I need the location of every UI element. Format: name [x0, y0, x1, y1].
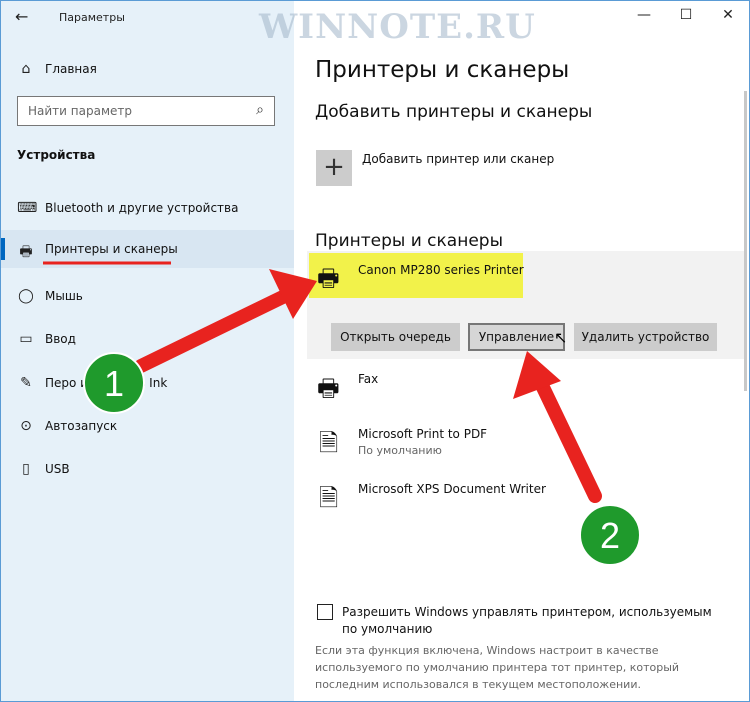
- sidebar-item-input[interactable]: ▭ Ввод: [1, 320, 294, 358]
- mouse-icon: ◯: [18, 288, 34, 304]
- printer-icon: 🖶: [317, 264, 340, 292]
- default-printer-checkbox[interactable]: [317, 604, 333, 620]
- printer-icon: 🖶: [19, 244, 33, 260]
- main-content: — ☐ ✕ Принтеры и сканеры Добавить принте…: [294, 1, 749, 701]
- search-placeholder: Найти параметр: [28, 104, 132, 118]
- scrollbar[interactable]: [744, 91, 747, 391]
- sidebar-item-usb[interactable]: ▯ USB: [1, 450, 294, 488]
- remove-device-button[interactable]: Удалить устройство: [574, 323, 717, 351]
- active-indicator: [1, 238, 5, 260]
- keyboard-icon: ▭: [19, 331, 33, 347]
- fax-icon: 🖶: [317, 374, 340, 402]
- home-icon: ⌂: [21, 61, 31, 77]
- watermark: WINNOTE.RU: [259, 7, 536, 47]
- minimize-icon[interactable]: —: [634, 7, 654, 23]
- sidebar-item-label: Мышь: [45, 289, 83, 303]
- search-icon: ⌕: [256, 102, 264, 118]
- settings-window: ← Параметры ⌂ Главная Найти параметр ⌕ У…: [0, 0, 750, 702]
- document-printer-icon: 🗎: [319, 429, 339, 457]
- default-badge: По умолчанию: [358, 444, 442, 457]
- titlebar: ← Параметры: [1, 1, 294, 35]
- sidebar-item-label: USB: [45, 462, 70, 476]
- pen-icon: ✎: [20, 375, 32, 391]
- printer-name[interactable]: Microsoft XPS Document Writer: [358, 482, 546, 496]
- page-title: Принтеры и сканеры: [315, 57, 570, 83]
- sidebar-item-printers[interactable]: 🖶 Принтеры и сканеры: [1, 230, 294, 268]
- sidebar-item-label: Автозапуск: [45, 419, 118, 433]
- sidebar-item-label: Главная: [45, 62, 97, 76]
- document-printer-icon: 🗎: [319, 484, 339, 512]
- sidebar-item-home[interactable]: ⌂ Главная: [1, 50, 294, 88]
- devices-icon: ⌨: [17, 200, 38, 216]
- printer-name[interactable]: Microsoft Print to PDF: [358, 427, 487, 441]
- mouse-cursor-icon: ↖: [554, 328, 568, 347]
- sidebar: ← Параметры ⌂ Главная Найти параметр ⌕ У…: [1, 1, 294, 701]
- usb-icon: ▯: [22, 461, 30, 477]
- sidebar-item-label: Перо и Windows Ink: [45, 376, 168, 390]
- sidebar-item-bluetooth[interactable]: ⌨ Bluetooth и другие устройства: [1, 189, 294, 227]
- open-queue-button[interactable]: Открыть очередь: [331, 323, 460, 351]
- sidebar-item-pen[interactable]: ✎ Перо и Windows Ink: [1, 364, 294, 402]
- printer-name[interactable]: Fax: [358, 372, 378, 386]
- add-section-heading: Добавить принтеры и сканеры: [315, 102, 593, 122]
- sidebar-item-autoplay[interactable]: ⊙ Автозапуск: [1, 407, 294, 445]
- close-icon[interactable]: ✕: [718, 7, 738, 23]
- maximize-icon[interactable]: ☐: [676, 7, 696, 23]
- printer-name[interactable]: Canon MP280 series Printer: [358, 263, 524, 277]
- autoplay-icon: ⊙: [20, 418, 32, 434]
- back-arrow-icon[interactable]: ←: [15, 7, 28, 26]
- app-title: Параметры: [59, 11, 125, 24]
- sidebar-item-label: Ввод: [45, 332, 76, 346]
- checkbox-label[interactable]: Разрешить Windows управлять принтером, и…: [342, 604, 722, 638]
- search-input[interactable]: Найти параметр ⌕: [17, 96, 275, 126]
- plus-icon: +: [323, 152, 345, 182]
- sidebar-section-title: Устройства: [17, 148, 96, 162]
- manage-button[interactable]: Управление: [468, 323, 565, 351]
- add-printer-button[interactable]: +: [316, 150, 352, 186]
- sidebar-item-label: Принтеры и сканеры: [45, 242, 178, 256]
- sidebar-item-mouse[interactable]: ◯ Мышь: [1, 277, 294, 315]
- sidebar-item-label: Bluetooth и другие устройства: [45, 201, 239, 215]
- add-printer-label[interactable]: Добавить принтер или сканер: [362, 152, 554, 166]
- printers-section-heading: Принтеры и сканеры: [315, 231, 503, 251]
- checkbox-description: Если эта функция включена, Windows настр…: [315, 644, 680, 691]
